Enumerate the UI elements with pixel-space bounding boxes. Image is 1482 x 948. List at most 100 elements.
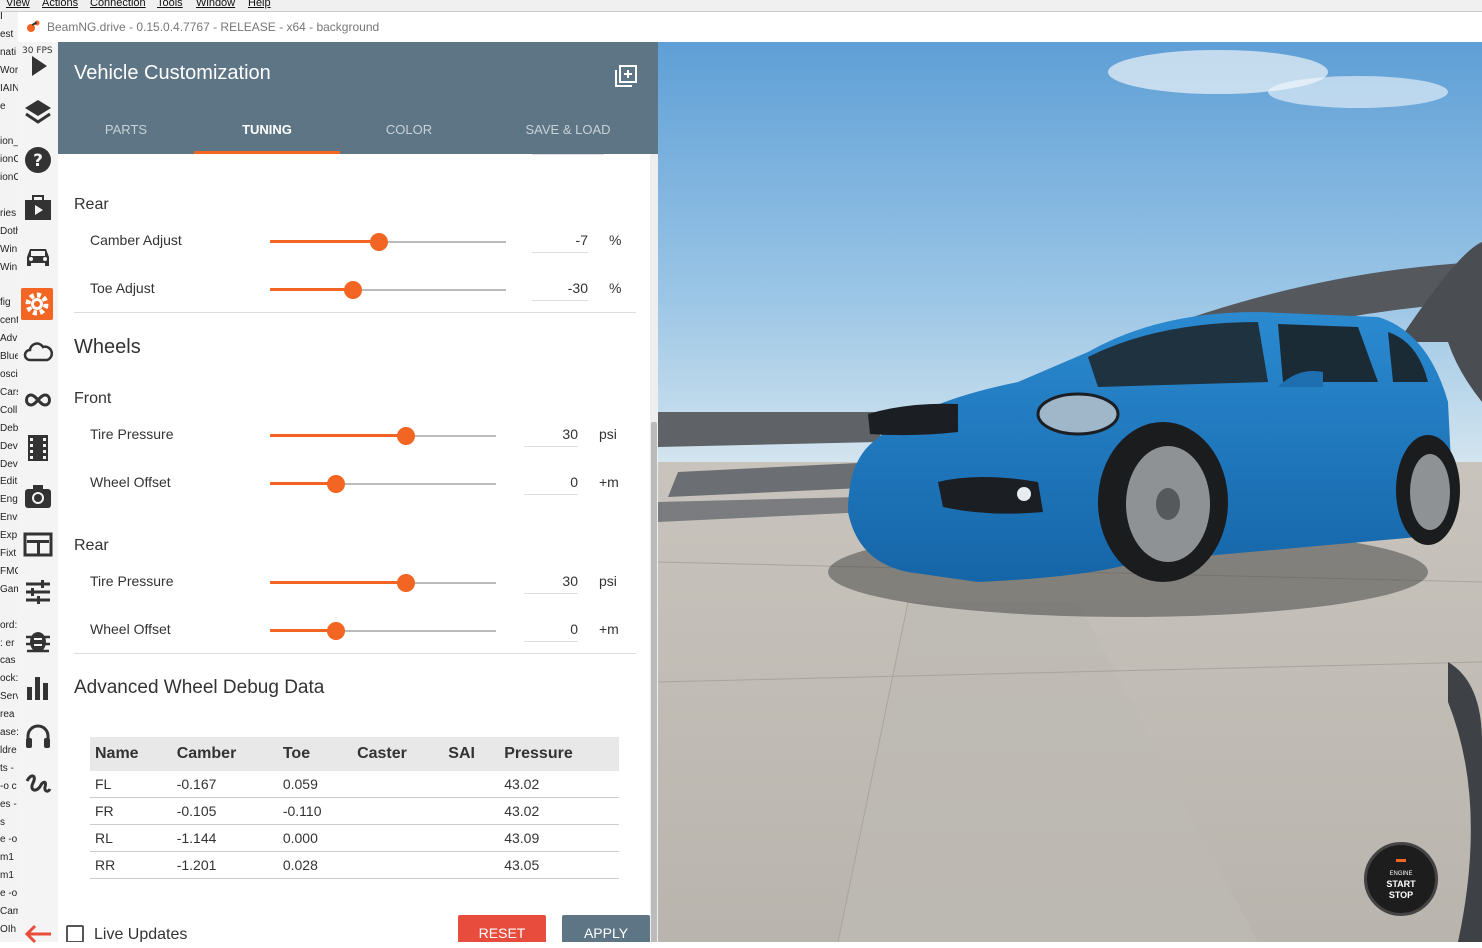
menu-tools[interactable]: Tools bbox=[157, 0, 183, 9]
cell-toe: 0.059 bbox=[277, 771, 353, 798]
cut-off-field-underline bbox=[532, 154, 604, 155]
slider-fill bbox=[270, 482, 336, 485]
tab-save-load[interactable]: SAVE & LOAD bbox=[478, 120, 658, 154]
cloud-icon[interactable] bbox=[22, 336, 54, 368]
camber-adjust-label: Camber Adjust bbox=[90, 232, 182, 248]
tune-icon[interactable] bbox=[22, 576, 54, 608]
slider-knob[interactable] bbox=[396, 574, 415, 592]
toe-adjust-slider[interactable] bbox=[270, 280, 506, 300]
menu-help[interactable]: Help bbox=[248, 0, 271, 9]
rear-wheel-offset-value[interactable]: 0 bbox=[524, 619, 578, 642]
3d-viewport[interactable]: ENGINE START STOP bbox=[658, 42, 1482, 942]
panel-title: Vehicle Customization bbox=[74, 62, 271, 84]
infinity-icon[interactable] bbox=[22, 384, 54, 416]
headphones-icon[interactable] bbox=[22, 720, 54, 752]
layers-icon[interactable] bbox=[22, 96, 54, 128]
slider-knob[interactable] bbox=[369, 233, 388, 251]
play-icon[interactable] bbox=[22, 50, 54, 82]
tab-parts[interactable]: PARTS bbox=[58, 120, 194, 154]
table-row: RR -1.201 0.028 43.05 bbox=[90, 851, 619, 879]
background-window-text: Cam bbox=[0, 906, 18, 917]
background-window-text: ts - bbox=[0, 762, 14, 774]
help-icon[interactable]: ? bbox=[22, 144, 54, 176]
background-window-text: Fixt bbox=[0, 548, 17, 559]
menu-connection[interactable]: Connection bbox=[90, 0, 146, 9]
slider-knob[interactable] bbox=[326, 622, 345, 640]
live-updates-checkbox[interactable] bbox=[66, 925, 84, 942]
table-row: FR -0.105 -0.110 43.02 bbox=[90, 797, 619, 825]
front-wheel-offset-slider[interactable] bbox=[270, 474, 496, 494]
tab-color[interactable]: COLOR bbox=[340, 120, 478, 154]
wheel-debug-table: Name Camber Toe Caster SAI Pressure FL -0… bbox=[90, 737, 619, 879]
cell-name: RL bbox=[90, 824, 172, 852]
menu-view[interactable]: View bbox=[6, 0, 30, 9]
cell-camber: -0.105 bbox=[171, 797, 278, 825]
menu-window[interactable]: Window bbox=[196, 0, 235, 9]
cell-pressure: 43.02 bbox=[499, 771, 619, 798]
background-window-text: Edit bbox=[0, 476, 18, 488]
apply-button[interactable]: APPLY bbox=[562, 915, 650, 942]
camber-adjust-value[interactable]: -7 bbox=[532, 230, 588, 253]
tab-tuning[interactable]: TUNING bbox=[194, 120, 340, 154]
back-arrow-icon[interactable] bbox=[22, 916, 54, 948]
cell-pressure: 43.05 bbox=[499, 851, 619, 879]
toe-adjust-value[interactable]: -30 bbox=[532, 278, 588, 301]
add-copy-icon[interactable] bbox=[614, 64, 638, 88]
cell-name: FL bbox=[90, 771, 172, 798]
bug-icon[interactable] bbox=[22, 624, 54, 656]
section-divider bbox=[74, 653, 636, 654]
background-window-text: s bbox=[0, 816, 5, 828]
camber-adjust-slider[interactable] bbox=[270, 232, 506, 252]
front-tire-pressure-value[interactable]: 30 bbox=[524, 424, 578, 447]
table-row: FL -0.167 0.059 43.02 bbox=[90, 771, 619, 798]
slider-knob[interactable] bbox=[396, 427, 415, 445]
car-icon[interactable] bbox=[22, 240, 54, 272]
engine-start-stop-button[interactable]: ENGINE START STOP bbox=[1364, 842, 1438, 916]
cell-name: RR bbox=[90, 851, 172, 879]
background-window-text: cent bbox=[0, 315, 19, 327]
background-window-text: ase: bbox=[0, 727, 19, 738]
cell-toe: -0.110 bbox=[277, 797, 353, 825]
table-row: RL -1.144 0.000 43.09 bbox=[90, 824, 619, 852]
film-icon[interactable] bbox=[22, 432, 54, 464]
front-wheel-offset-label: Wheel Offset bbox=[90, 474, 171, 490]
wheels-heading: Wheels bbox=[74, 336, 141, 358]
wheels-rear-heading: Rear bbox=[74, 537, 109, 554]
cell-sai bbox=[443, 797, 500, 825]
rear-tire-pressure-value[interactable]: 30 bbox=[524, 571, 578, 594]
rear-tire-pressure-label: Tire Pressure bbox=[90, 573, 174, 589]
background-window-text: ionC bbox=[0, 172, 19, 184]
camera-icon[interactable] bbox=[22, 480, 54, 512]
chart-icon[interactable] bbox=[22, 672, 54, 704]
slider-fill bbox=[270, 288, 353, 291]
reset-button[interactable]: RESET bbox=[458, 915, 546, 942]
signature-icon[interactable] bbox=[22, 768, 54, 800]
background-window-text: Doth bbox=[0, 225, 18, 237]
window-title-bar: BeamNG.drive - 0.15.0.4.7767 - RELEASE -… bbox=[18, 12, 1482, 43]
slider-fill bbox=[270, 434, 406, 437]
background-window-text: : er bbox=[0, 637, 15, 649]
engine-indicator-light bbox=[1396, 859, 1406, 862]
front-wheel-offset-value[interactable]: 0 bbox=[524, 472, 578, 495]
background-window-text: ldre bbox=[0, 744, 17, 756]
background-window-text: ord: bbox=[0, 619, 18, 631]
cell-camber: -0.167 bbox=[171, 771, 278, 798]
scenario-icon[interactable] bbox=[22, 192, 54, 224]
slider-knob[interactable] bbox=[343, 281, 362, 299]
background-window-text: m1 bbox=[0, 852, 14, 864]
slider-knob[interactable] bbox=[326, 475, 345, 493]
rear-tire-pressure-slider[interactable] bbox=[270, 573, 496, 593]
background-window-text: FMC bbox=[0, 565, 18, 577]
dashboard-icon[interactable] bbox=[22, 528, 54, 560]
gear-icon[interactable] bbox=[21, 288, 53, 320]
cell-pressure: 43.09 bbox=[499, 824, 619, 852]
panel-scrollbar-thumb[interactable] bbox=[651, 422, 657, 942]
rear-wheel-offset-slider[interactable] bbox=[270, 621, 496, 641]
start-label: START bbox=[1386, 879, 1416, 889]
cell-caster bbox=[352, 851, 444, 879]
table-header-row: Name Camber Toe Caster SAI Pressure bbox=[90, 737, 619, 771]
camber-adjust-unit: % bbox=[609, 232, 622, 248]
menu-actions[interactable]: Actions bbox=[42, 0, 78, 9]
front-tire-pressure-slider[interactable] bbox=[270, 426, 496, 446]
rear-wheel-offset-label: Wheel Offset bbox=[90, 621, 171, 637]
